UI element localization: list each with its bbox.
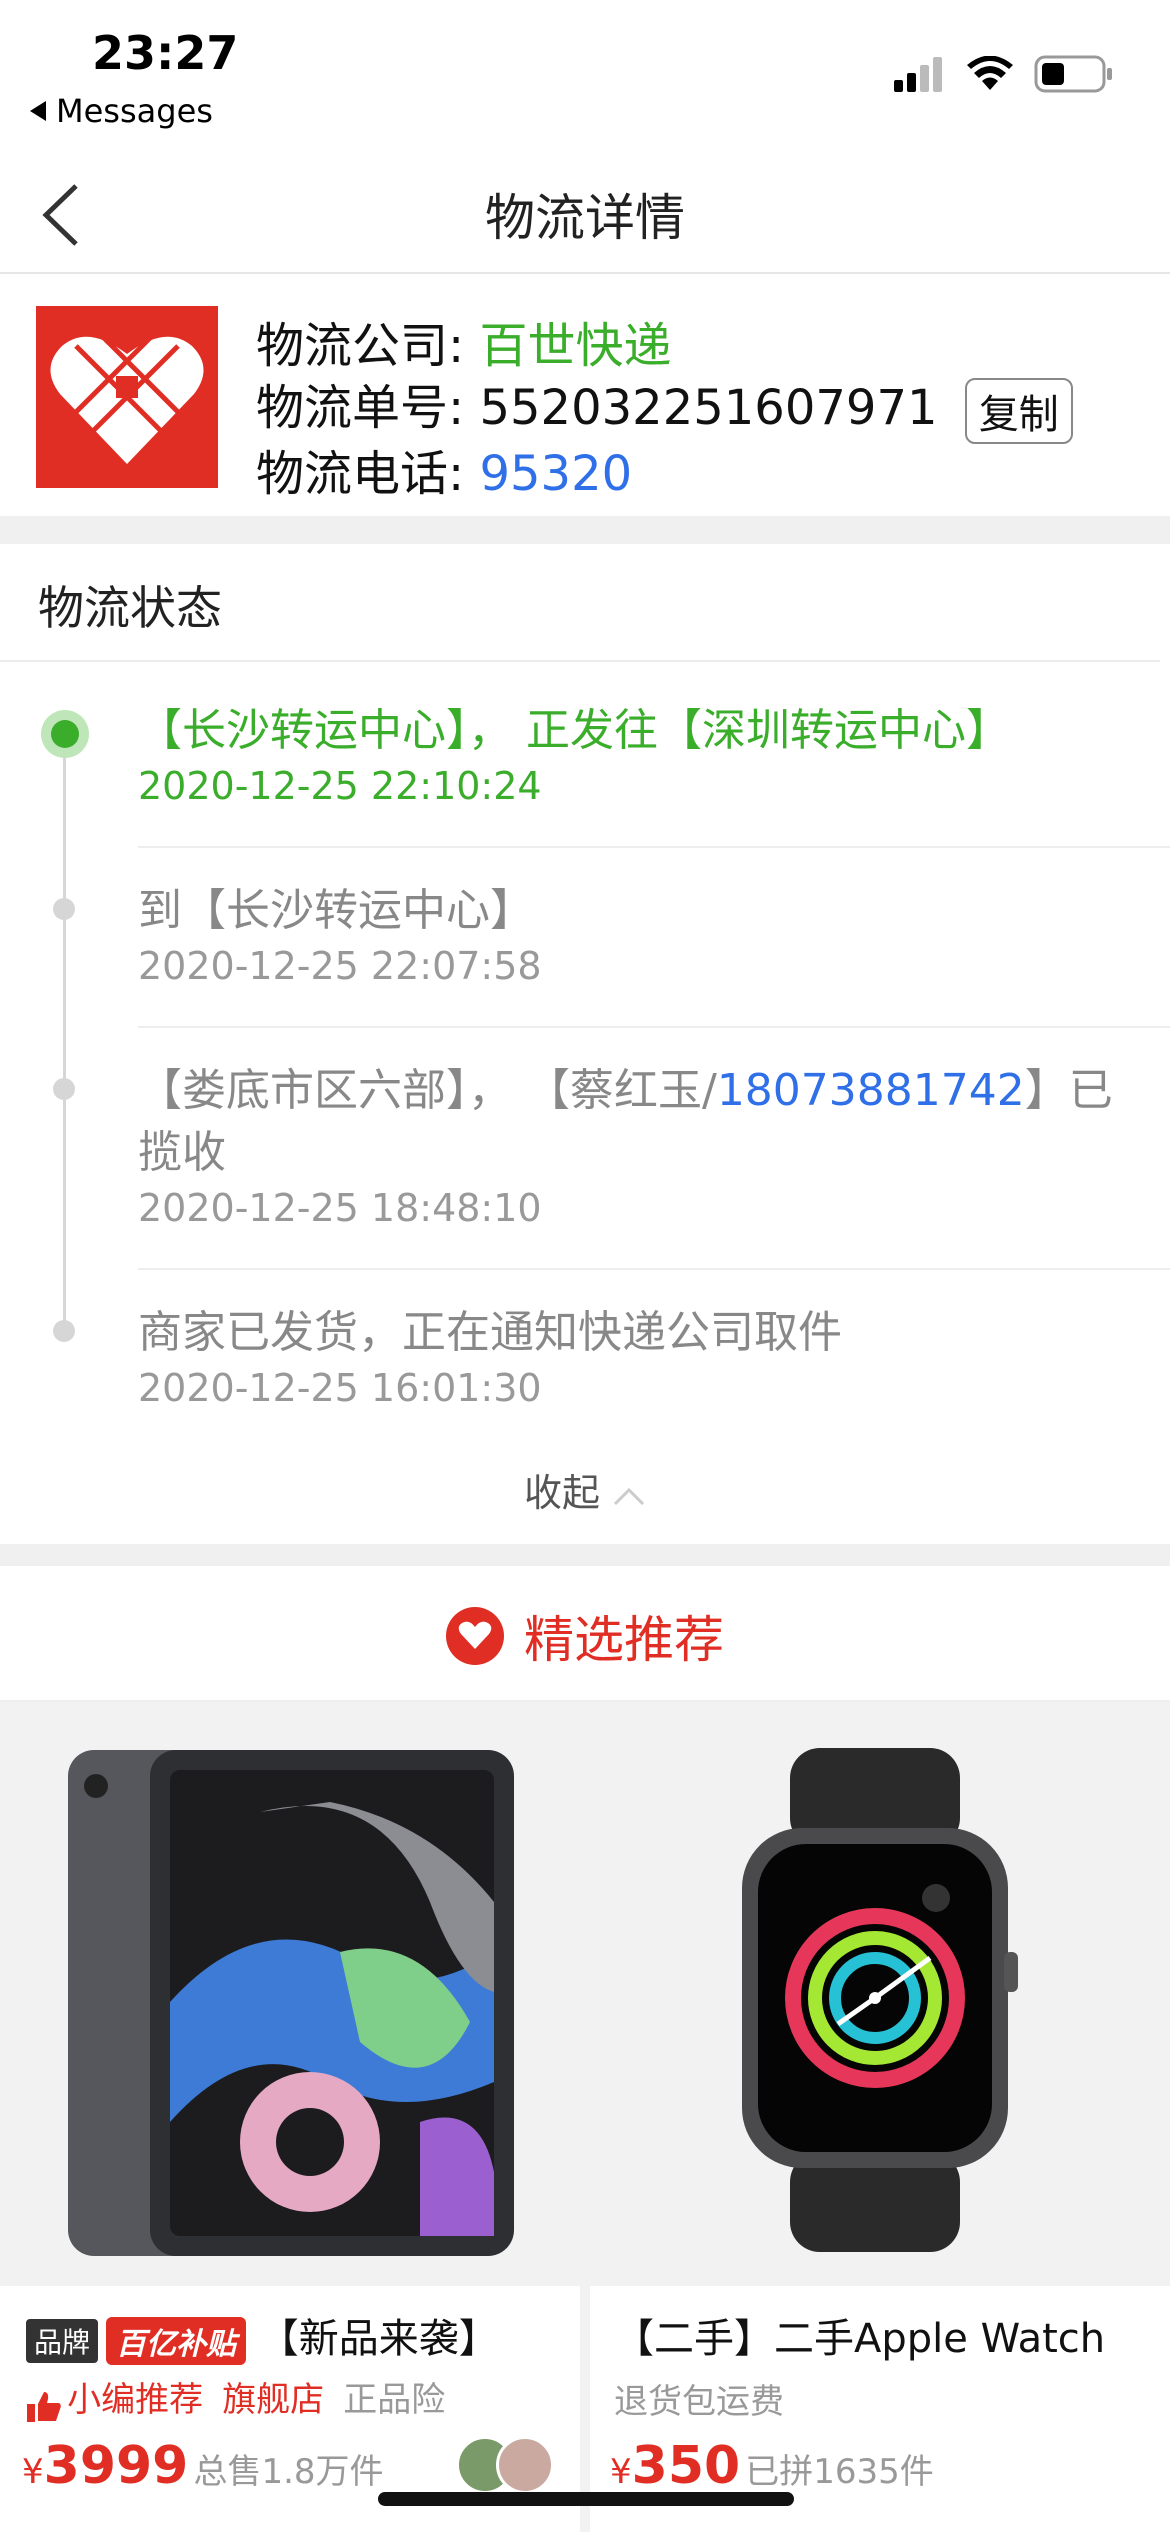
event-text: 商家已发货，正在通知快递公司取件: [138, 1307, 842, 1358]
thumbs-up-icon: [27, 2391, 61, 2422]
courier-company-value: 百世快递: [479, 318, 672, 374]
back-app-label: Messages: [56, 92, 213, 130]
recommend-header: 精选推荐: [0, 1600, 1170, 1672]
timeline-dot: [53, 898, 75, 920]
collapse-button[interactable]: 收起: [0, 1462, 1170, 1517]
status-icons: [894, 54, 1114, 94]
avatar: [496, 2436, 554, 2494]
timeline-dot: [53, 1320, 75, 1342]
product-price: 3999: [43, 2436, 189, 2496]
event-text: 【长沙转运中心】， 正发往【深圳转运中心】: [138, 705, 1010, 756]
courier-company-label: 物流公司:: [256, 318, 465, 374]
event-text: 【娄底市区六部】， 【蔡红玉/18073881742】已揽收: [138, 1060, 1128, 1184]
event-time: 2020-12-25 22:10:24: [138, 764, 542, 808]
status-section-title: 物流状态: [38, 581, 222, 635]
courier-phone-label: 物流电话:: [256, 446, 465, 502]
divider: [0, 660, 1160, 662]
section-divider: [0, 1544, 1170, 1566]
section-divider: [0, 516, 1170, 544]
home-indicator[interactable]: [378, 2492, 794, 2506]
event-divider: [138, 1026, 1170, 1028]
courier-phone-row: 物流电话: 95320: [256, 434, 632, 504]
apple-watch-image: [742, 1748, 1018, 2252]
promo-tag: 小编推荐: [67, 2380, 204, 2420]
ipad-image: [68, 1750, 514, 2256]
product-image-watch[interactable]: [590, 1702, 1170, 2286]
product-image-ipad[interactable]: [0, 1702, 580, 2286]
chevron-up-icon: [613, 1487, 645, 1505]
brand-tag: 品牌: [26, 2319, 99, 2363]
courier-person-phone-link[interactable]: 18073881742: [717, 1065, 1025, 1116]
event-text-part: 【娄底市区六部】， 【蔡红玉/: [138, 1065, 717, 1116]
event-time: 2020-12-25 16:01:30: [138, 1366, 542, 1410]
courier-phone-link[interactable]: 95320: [479, 446, 632, 502]
product-sales: 已拼1635件: [745, 2452, 934, 2492]
battery-icon: [1034, 55, 1112, 93]
promo-tag: 旗舰店: [222, 2380, 325, 2420]
product-price-row: ¥350 已拼1635件: [610, 2436, 934, 2496]
product-grid-divider: [580, 1702, 590, 2532]
wifi-icon: [967, 56, 1013, 90]
recommend-title: 精选推荐: [524, 1611, 724, 1669]
courier-logo: [36, 306, 218, 488]
currency-symbol: ¥: [610, 2452, 632, 2492]
event-time: 2020-12-25 18:48:10: [138, 1186, 542, 1230]
event-divider: [138, 1268, 1170, 1270]
timeline-line: [63, 730, 66, 1330]
promo-tag: 正品险: [343, 2380, 446, 2420]
timeline-dot: [53, 1078, 75, 1100]
signal-icon: [894, 57, 942, 92]
tracking-label: 物流单号:: [256, 380, 465, 436]
promo-tag: 退货包运费: [614, 2382, 784, 2422]
status-time: 23:27: [92, 26, 239, 80]
product-title-row[interactable]: 品牌 百亿补贴 【新品来袭】: [26, 2306, 499, 2365]
heart-badge-icon: [446, 1607, 504, 1665]
product-price: 350: [631, 2436, 741, 2496]
product-sales: 总售1.8万件: [193, 2452, 384, 2492]
back-triangle-icon: [30, 101, 46, 121]
courier-company-row: 物流公司: 百世快递: [256, 306, 671, 376]
timeline-dot-active: [41, 710, 89, 758]
event-divider: [138, 846, 1170, 848]
event-text: 到【长沙转运中心】: [138, 885, 534, 936]
event-time: 2020-12-25 22:07:58: [138, 944, 542, 988]
tracking-number: 552032251607971: [479, 380, 938, 436]
copy-button[interactable]: 复制: [964, 378, 1073, 444]
collapse-label: 收起: [523, 1471, 600, 1515]
product-promo-row: 小编推荐 旗舰店 正品险: [26, 2372, 445, 2424]
currency-symbol: ¥: [22, 2452, 44, 2492]
nav-bar: 物流详情: [0, 160, 1170, 274]
product-title: 【新品来袭】: [258, 2316, 499, 2362]
product-price-row: ¥3999 总售1.8万件: [22, 2436, 384, 2496]
product-title[interactable]: 【二手】二手Apple Watch: [614, 2306, 1105, 2364]
back-to-messages[interactable]: Messages: [30, 92, 213, 130]
heart-logo-icon: [50, 334, 204, 464]
tracking-number-row: 物流单号: 552032251607971 复制: [256, 368, 1073, 444]
subsidy-tag: 百亿补贴: [106, 2317, 247, 2365]
page-title: 物流详情: [485, 189, 685, 247]
